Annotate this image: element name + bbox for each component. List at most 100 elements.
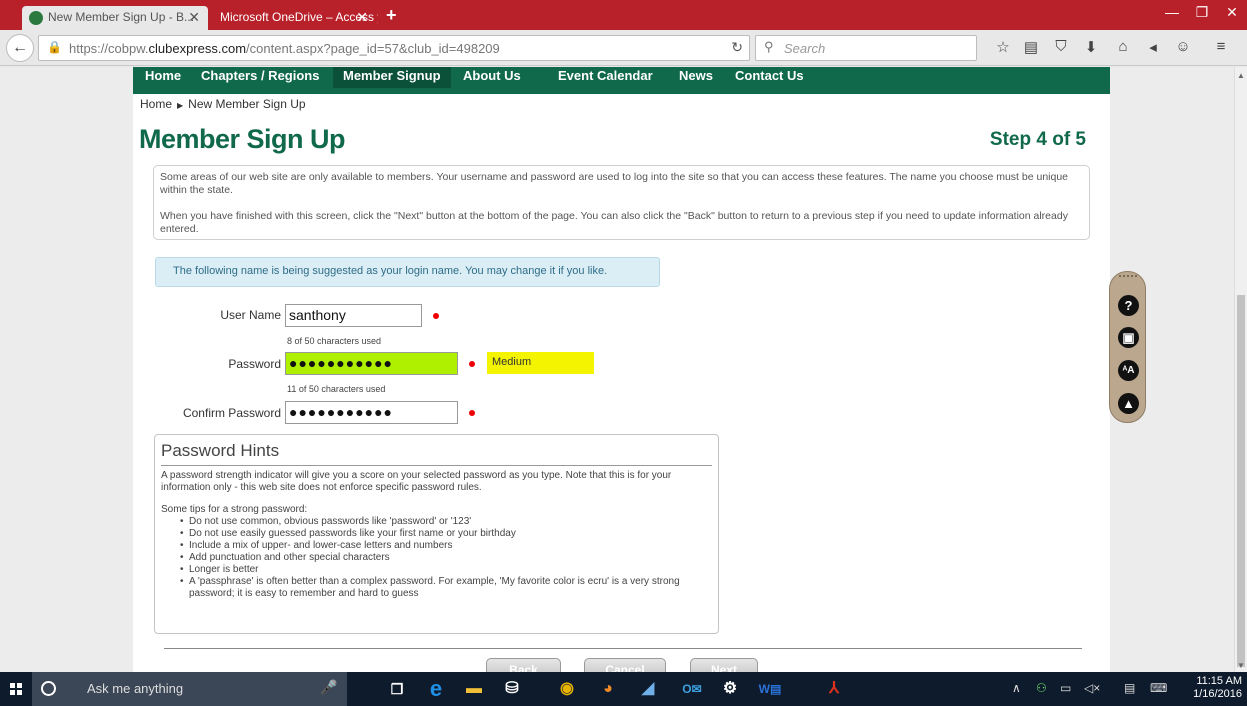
scroll-down-icon[interactable]: ▼ xyxy=(1237,661,1245,670)
reading-list-icon[interactable]: ▤ xyxy=(1020,38,1042,58)
page-title: Member Sign Up xyxy=(139,124,346,154)
drag-handle-icon[interactable] xyxy=(1119,275,1137,283)
microphone-icon[interactable]: 🎤 xyxy=(320,679,337,696)
menu-item-contact-us[interactable]: Contact Us xyxy=(735,67,804,88)
username-char-count: 8 of 50 characters used xyxy=(287,336,382,346)
download-icon[interactable]: ⬇ xyxy=(1080,38,1102,58)
clock-time: 11:15 AM xyxy=(1196,675,1242,687)
chevron-up-icon[interactable]: ∧ xyxy=(1012,681,1021,695)
url-path: /content.aspx?page_id=57&club_id=498209 xyxy=(246,41,500,56)
back-arrow-icon[interactable]: ← xyxy=(6,34,34,62)
notes-icon[interactable]: ◢ xyxy=(636,677,660,701)
close-tab-icon[interactable]: ✕ xyxy=(188,9,200,26)
login-suggestion-notice: The following name is being suggested as… xyxy=(155,257,660,287)
battery-icon[interactable]: ▭ xyxy=(1060,681,1071,695)
smiley-icon[interactable]: ☺ xyxy=(1172,38,1194,58)
page-viewport: Home Chapters / Regions Member Signup Ab… xyxy=(0,67,1247,672)
username-field[interactable]: santhony xyxy=(285,304,422,327)
menu-icon[interactable]: ≡ xyxy=(1210,38,1232,58)
menu-item-chapters[interactable]: Chapters / Regions xyxy=(201,67,319,88)
next-button[interactable]: Next xyxy=(690,658,758,672)
chrome-icon[interactable]: ◉ xyxy=(555,677,579,701)
address-bar[interactable]: 🔒 https://cobpw.clubexpress.com/content.… xyxy=(38,35,750,61)
page-content: Home Chapters / Regions Member Signup Ab… xyxy=(133,67,1110,672)
task-view-icon[interactable]: ❐ xyxy=(385,677,409,701)
search-input[interactable]: ⚲ Search xyxy=(755,35,977,61)
scroll-up-icon[interactable]: ▲ xyxy=(1237,71,1245,80)
volume-icon[interactable]: ◁× xyxy=(1084,681,1100,695)
required-icon xyxy=(469,361,475,367)
cortana-search-text: Ask me anything xyxy=(87,681,184,696)
url-host: clubexpress.com xyxy=(148,41,247,56)
action-center-icon[interactable]: ▤ xyxy=(1124,681,1135,695)
windows-logo-icon xyxy=(10,683,22,695)
navigate-icon[interactable]: ▲ xyxy=(1118,393,1139,414)
menu-item-member-signup[interactable]: Member Signup xyxy=(333,67,451,88)
browser-navbar: ← 🔒 https://cobpw.clubexpress.com/conten… xyxy=(0,30,1247,66)
intro-paragraph: When you have finished with this screen,… xyxy=(160,210,1068,235)
minimize-button[interactable]: — xyxy=(1158,4,1186,20)
list-item: Do not use easily guessed passwords like… xyxy=(180,528,712,540)
intro-box: Some areas of our web site are only avai… xyxy=(153,165,1090,240)
back-button[interactable]: Back xyxy=(486,658,561,672)
required-icon xyxy=(433,313,439,319)
tab-title: Microsoft OneDrive – Access y... xyxy=(220,10,378,24)
browser-titlebar: New Member Sign Up - B... ✕ Microsoft On… xyxy=(0,0,1247,30)
scroll-thumb[interactable] xyxy=(1237,295,1245,667)
print-icon[interactable]: ▣ xyxy=(1118,327,1139,348)
edge-icon[interactable]: e xyxy=(424,677,448,701)
maximize-button[interactable]: ❐ xyxy=(1188,4,1216,21)
menu-item-event-calendar[interactable]: Event Calendar xyxy=(558,67,653,88)
password-label: Password xyxy=(228,357,281,371)
tab-title: New Member Sign Up - B... xyxy=(48,10,195,24)
password-hints-body: A password strength indicator will give … xyxy=(161,470,712,600)
keyboard-icon[interactable]: ⌨ xyxy=(1150,681,1167,695)
list-item: Longer is better xyxy=(180,564,712,576)
reload-icon[interactable]: ↻ xyxy=(731,39,743,56)
breadcrumb: Home ▶ New Member Sign Up xyxy=(140,97,306,111)
list-item: Include a mix of upper- and lower-case l… xyxy=(180,540,712,552)
taskbar-clock[interactable]: 11:15 AM 1/16/2016 xyxy=(1188,675,1242,701)
star-icon[interactable]: ☆ xyxy=(992,38,1014,58)
close-window-button[interactable]: ✕ xyxy=(1218,4,1246,21)
confirm-password-label: Confirm Password xyxy=(182,406,281,420)
store-icon[interactable]: ⛁ xyxy=(500,677,524,701)
firefox-icon[interactable]: ◕ xyxy=(596,677,620,701)
outlook-icon[interactable]: O✉ xyxy=(680,677,704,701)
settings-icon[interactable]: ⚙ xyxy=(718,677,742,701)
accessibility-tool-widget: ? ▣ ᴬA ▲ xyxy=(1109,271,1146,423)
hints-intro: A password strength indicator will give … xyxy=(161,470,672,493)
help-icon[interactable]: ? xyxy=(1118,295,1139,316)
menu-item-home[interactable]: Home xyxy=(145,67,189,88)
cancel-button[interactable]: Cancel xyxy=(584,658,666,672)
url-prefix: https://cobpw. xyxy=(69,41,149,56)
site-menu: Home Chapters / Regions Member Signup Ab… xyxy=(133,67,1110,94)
tab-onedrive[interactable]: Microsoft OneDrive – Access y... ✕ xyxy=(210,6,378,30)
pocket-icon[interactable]: ⛉ xyxy=(1050,38,1072,58)
scrollbar[interactable]: ▲ ▼ xyxy=(1234,67,1247,672)
file-explorer-icon[interactable]: ▬ xyxy=(462,677,486,701)
start-button[interactable] xyxy=(0,672,32,706)
tab-new-member-sign-up[interactable]: New Member Sign Up - B... ✕ xyxy=(22,6,208,30)
home-icon[interactable]: ⌂ xyxy=(1112,38,1134,58)
breadcrumb-home-link[interactable]: Home xyxy=(140,97,172,111)
intro-paragraph: Some areas of our web site are only avai… xyxy=(160,171,1069,196)
text-size-icon[interactable]: ᴬA xyxy=(1118,360,1139,381)
new-tab-button[interactable]: + xyxy=(386,5,397,26)
list-item: A 'passphrase' is often better than a co… xyxy=(180,576,712,600)
network-icon[interactable]: ⚇ xyxy=(1036,681,1047,695)
close-tab-icon[interactable]: ✕ xyxy=(356,9,368,26)
cortana-search[interactable]: Ask me anything 🎤 xyxy=(32,672,347,706)
acrobat-icon[interactable]: ⅄ xyxy=(822,677,846,701)
menu-item-about-us[interactable]: About Us xyxy=(463,67,521,88)
windows-taskbar: Ask me anything 🎤 ❐ e ▬ ⛁ ◉ ◕ ◢ O✉ ⚙ W▤ … xyxy=(0,672,1247,706)
divider xyxy=(164,648,1082,649)
confirm-password-field[interactable]: ●●●●●●●●●●● xyxy=(285,401,458,424)
password-char-count: 11 of 50 characters used xyxy=(287,384,386,394)
list-item: Add punctuation and other special charac… xyxy=(180,552,712,564)
menu-item-news[interactable]: News xyxy=(679,67,713,88)
word-icon[interactable]: W▤ xyxy=(758,677,782,701)
password-field[interactable]: ●●●●●●●●●●● xyxy=(285,352,458,375)
send-icon[interactable]: ◂ xyxy=(1142,38,1164,58)
hints-tips-heading: Some tips for a strong password: xyxy=(161,504,308,515)
